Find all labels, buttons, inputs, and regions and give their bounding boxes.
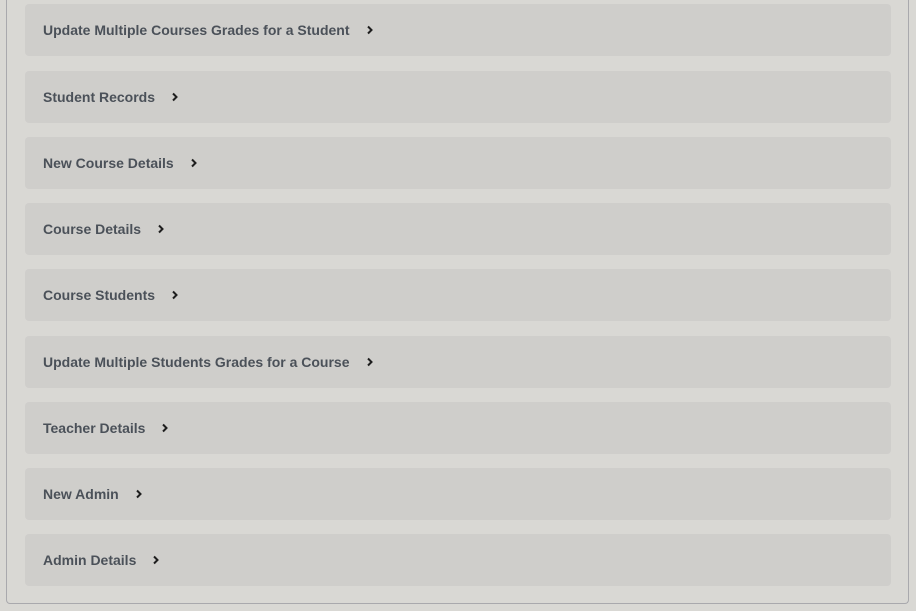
menu-item-label: New Course Details <box>43 155 174 171</box>
chevron-right-icon <box>133 488 145 500</box>
chevron-right-icon <box>169 91 181 103</box>
menu-item[interactable]: New Course Details <box>25 137 891 189</box>
menu-item[interactable]: Student Records <box>25 71 891 123</box>
menu-item[interactable]: Update Multiple Students Grades for a Co… <box>25 336 891 388</box>
menu-item[interactable]: Course Students <box>25 269 891 321</box>
menu-item-label: Student Records <box>43 89 156 105</box>
menu-item-label: Admin Details <box>43 552 137 568</box>
menu-item[interactable]: Teacher Details <box>25 402 891 454</box>
menu-item[interactable]: Update Multiple Courses Grades for a Stu… <box>25 4 891 56</box>
menu-item-label: Course Details <box>43 221 142 237</box>
chevron-right-icon <box>150 554 162 566</box>
chevron-right-icon <box>169 289 181 301</box>
menu-item-label: New Admin <box>43 486 119 502</box>
menu-item-label: Update Multiple Courses Grades for a Stu… <box>43 22 350 38</box>
menu-item-label: Teacher Details <box>43 420 146 436</box>
chevron-right-icon <box>364 24 376 36</box>
menu-item-label: Update Multiple Students Grades for a Co… <box>43 354 350 370</box>
chevron-right-icon <box>155 223 167 235</box>
menu-item[interactable]: New Admin <box>25 468 891 520</box>
chevron-right-icon <box>188 157 200 169</box>
chevron-right-icon <box>159 422 171 434</box>
chevron-right-icon <box>364 356 376 368</box>
menu-item[interactable]: Admin Details <box>25 534 891 586</box>
menu-item-label: Course Students <box>43 287 156 303</box>
menu-item[interactable]: Course Details <box>25 203 891 255</box>
